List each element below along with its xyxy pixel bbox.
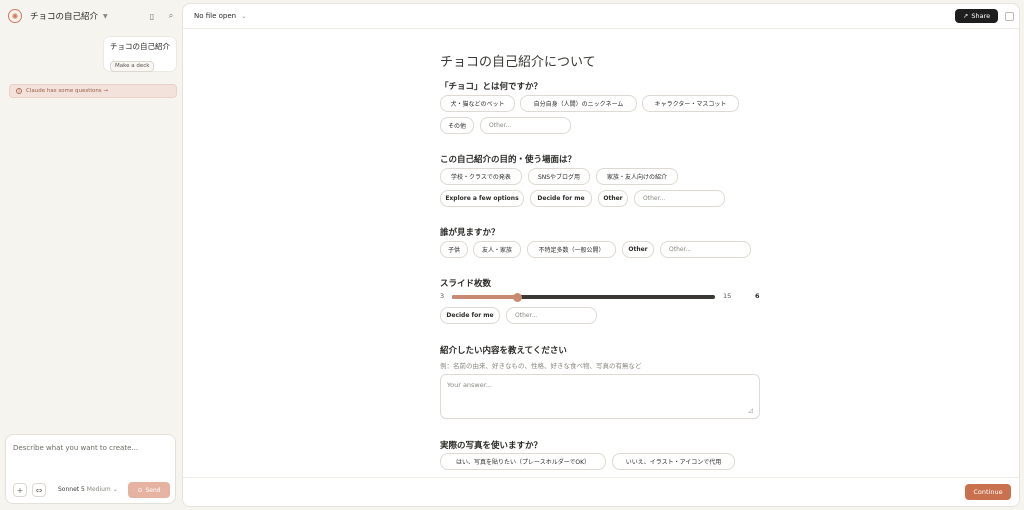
resize-handle-icon[interactable]: ◿ [748, 407, 753, 414]
other-input[interactable]: Other... [660, 241, 751, 258]
option-chip[interactable]: 家族・友人向けの紹介 [596, 168, 678, 185]
questions-banner-text: Claude has some questions → [26, 88, 109, 94]
option-chip[interactable]: 友人・家族 [473, 241, 521, 258]
chevron-down-icon: ⌄ [241, 13, 247, 20]
slider-min-label: 3 [440, 292, 445, 300]
option-chip[interactable]: いいえ、イラスト・アイコンで代用 [612, 453, 735, 470]
composer: Describe what you want to create... + ⇔ … [5, 434, 176, 504]
answer-textarea[interactable]: Your answer... ◿ [440, 374, 760, 419]
other-input[interactable]: Other... [506, 307, 597, 324]
continue-button[interactable]: Continue [965, 484, 1011, 500]
share-label: Share [971, 12, 991, 20]
user-message-text: チョコの自己紹介 [110, 42, 170, 51]
question-title: この自己紹介の目的・使う場面は？ [440, 155, 577, 165]
model-effort: Medium [86, 486, 111, 493]
make-deck-button[interactable]: Make a deck [110, 60, 155, 72]
main-panel: No file open ⌄ ↗ Share チョコの自己紹介について 「チョコ… [182, 3, 1020, 507]
questions-banner[interactable]: ? Claude has some questions → [9, 84, 177, 98]
share-button[interactable]: ↗ Share [955, 9, 998, 23]
option-chip[interactable]: SNSやブログ用 [528, 168, 590, 185]
sidebar-toggle-icon[interactable]: ▯ [147, 11, 157, 21]
info-icon: ? [16, 88, 22, 94]
option-chip[interactable]: Decide for me [530, 190, 592, 207]
slider-value: 6 [755, 292, 760, 300]
prompt-input[interactable]: Describe what you want to create... [13, 444, 138, 452]
answer-placeholder: Your answer... [447, 381, 493, 389]
file-selector[interactable]: No file open ⌄ [194, 12, 246, 20]
sidebar: ✺ チョコの自己紹介 ▼ ▯ ⌕ チョコの自己紹介 Make a deck ? … [0, 0, 182, 510]
other-input[interactable]: Other... [634, 190, 725, 207]
slide-count-slider[interactable] [452, 292, 715, 302]
sidebar-header: ✺ チョコの自己紹介 ▼ ▯ ⌕ [8, 6, 176, 26]
question-hint: 例：名前の由来、好きなもの、性格、好きな食べ物、写真の有無など [440, 362, 642, 370]
form-area: チョコの自己紹介について 「チョコ」とは何ですか？ 犬・猫などのペット 自分自身… [183, 29, 1019, 477]
model-name: Sonnet 5 [58, 486, 85, 493]
chevron-down-icon[interactable]: ▼ [103, 13, 108, 20]
option-chip[interactable]: キャラクター・マスコット [642, 95, 739, 112]
other-input[interactable]: Other... [480, 117, 571, 134]
question-title: 紹介したい内容を教えてください [440, 346, 567, 356]
question-title: 実際の写真を使いますか？ [440, 441, 543, 451]
option-chip[interactable]: Decide for me [440, 307, 500, 324]
option-chip[interactable]: はい、写真を貼りたい（プレースホルダーでOK） [440, 453, 606, 470]
option-chip[interactable]: Explore a few options [440, 190, 524, 207]
option-chip[interactable]: 犬・猫などのペット [440, 95, 515, 112]
option-chip[interactable]: 学校・クラスでの発表 [440, 168, 522, 185]
user-message: チョコの自己紹介 Make a deck [104, 37, 176, 72]
question-title: 誰が見ますか？ [440, 228, 500, 238]
footer-bar: Continue [183, 477, 1019, 506]
tools-icon[interactable]: ⇔ [32, 483, 46, 497]
model-selector[interactable]: Sonnet 5 Medium ⌄ [58, 486, 118, 493]
search-icon[interactable]: ⌕ [166, 11, 176, 21]
option-chip[interactable]: その他 [440, 117, 474, 134]
option-chip[interactable]: Other [598, 190, 628, 207]
send-button[interactable]: ⊙ Send [128, 482, 170, 498]
share-icon: ↗ [962, 12, 969, 20]
send-icon: ⊙ [137, 486, 143, 494]
top-bar: No file open ⌄ ↗ Share [183, 4, 1019, 29]
option-chip[interactable]: 子供 [440, 241, 468, 258]
slider-thumb[interactable] [513, 292, 523, 302]
send-label: Send [145, 486, 161, 494]
option-chip[interactable]: 自分自身（人間）のニックネーム [520, 95, 637, 112]
question-title: スライド枚数 [440, 279, 492, 289]
file-selector-label: No file open [194, 12, 237, 20]
project-title[interactable]: チョコの自己紹介 [30, 10, 98, 22]
form-title: チョコの自己紹介について [440, 55, 596, 70]
question-title: 「チョコ」とは何ですか？ [440, 82, 543, 92]
claude-logo-icon[interactable]: ✺ [8, 9, 22, 23]
add-icon[interactable]: + [13, 483, 27, 497]
option-chip[interactable]: 不特定多数（一般公開） [527, 241, 616, 258]
chevron-down-icon: ⌄ [112, 486, 118, 493]
option-chip[interactable]: Other [622, 241, 654, 258]
panel-toggle-icon[interactable] [1005, 12, 1014, 21]
slider-max-label: 15 [723, 292, 732, 300]
slider-fill [452, 295, 518, 299]
